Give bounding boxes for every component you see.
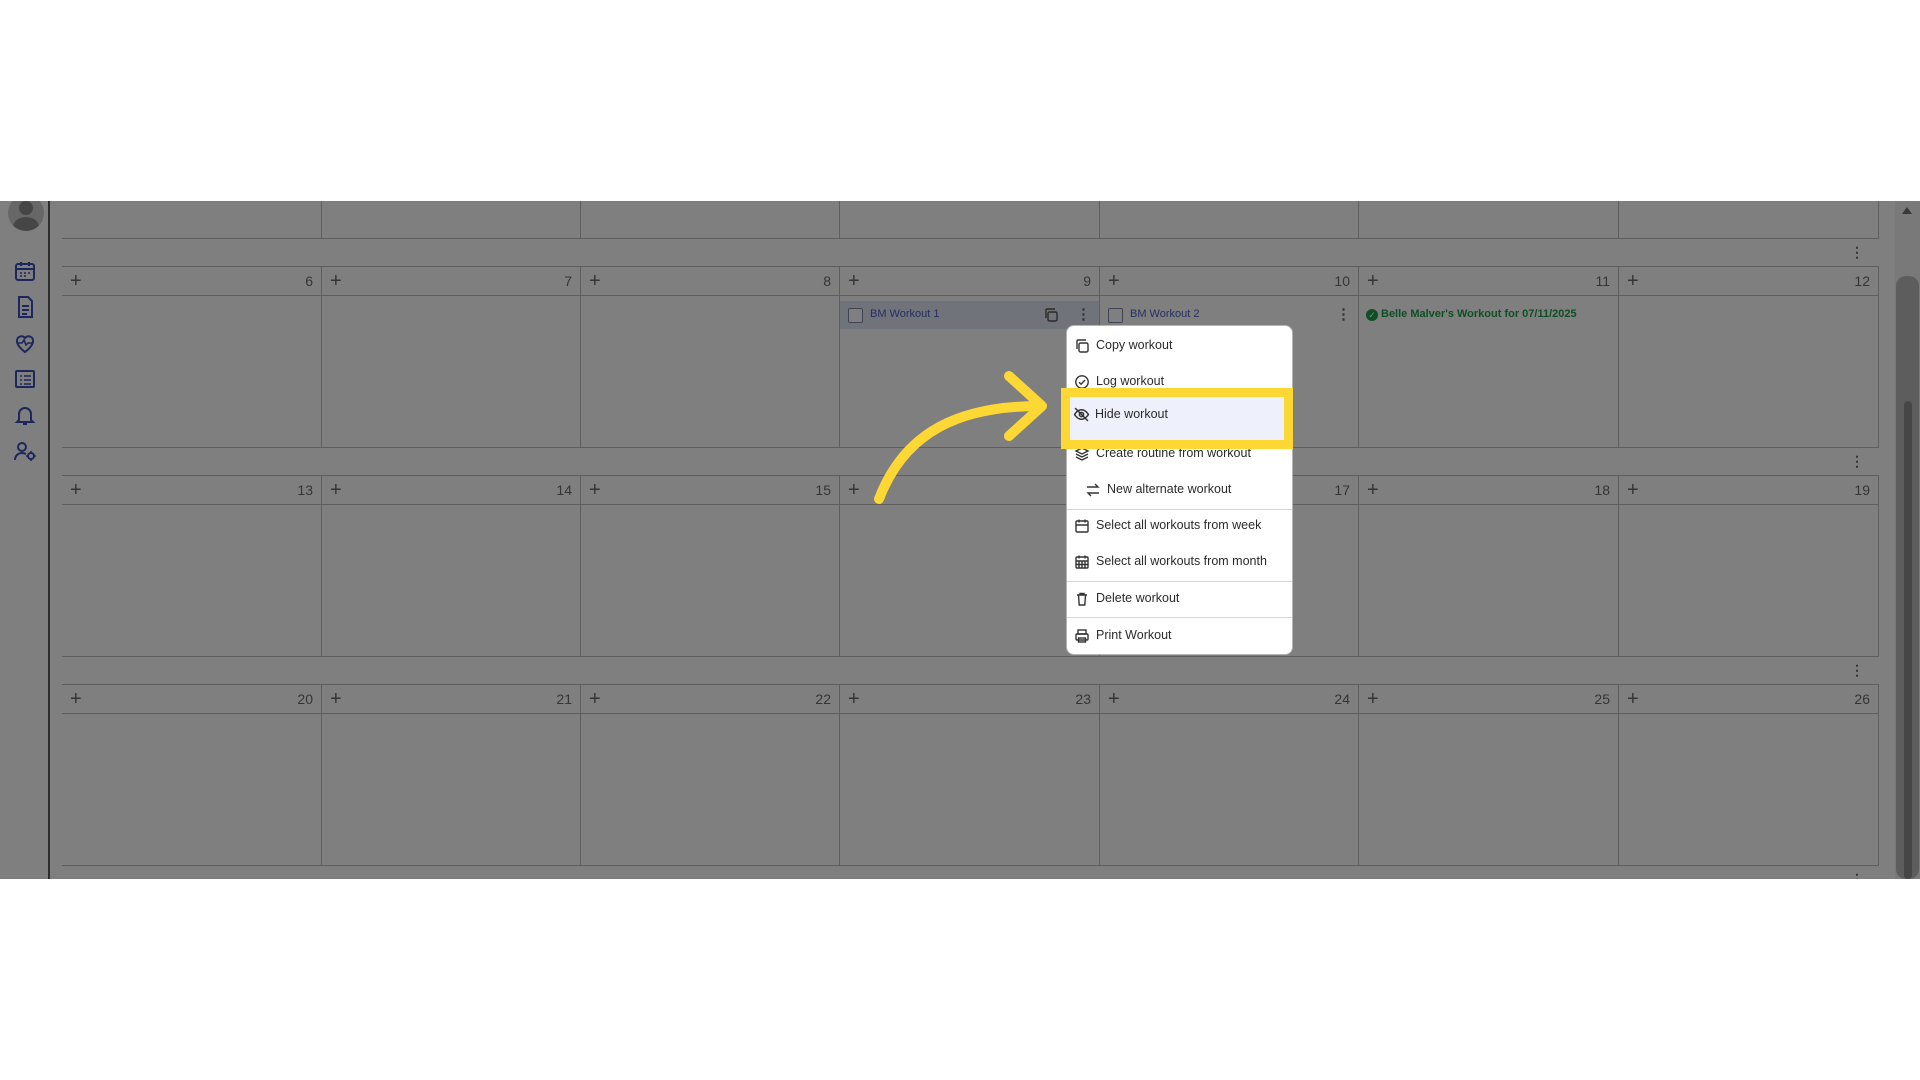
menu-item-delete-workout[interactable]: Delete workout bbox=[1067, 581, 1292, 617]
menu-item-label: Log workout bbox=[1096, 374, 1165, 388]
menu-item-label: Copy workout bbox=[1096, 338, 1173, 352]
menu-item-label: Print Workout bbox=[1096, 628, 1172, 642]
copy-icon bbox=[1076, 339, 1089, 353]
menu-item-label: Select all workouts from week bbox=[1096, 518, 1262, 532]
pointer-arrow-icon bbox=[874, 371, 1047, 504]
swap-icon bbox=[1086, 483, 1100, 497]
menu-item-label: Delete workout bbox=[1096, 591, 1180, 605]
menu-item-label: New alternate workout bbox=[1107, 482, 1232, 496]
menu-item-new-alternate-workout[interactable]: New alternate workout bbox=[1067, 472, 1292, 508]
eye-off-icon bbox=[1073, 407, 1090, 422]
modal-dim-overlay bbox=[0, 201, 1920, 879]
menu-item-label: Select all workouts from month bbox=[1096, 554, 1267, 568]
menu-item-hide-workout[interactable]: Hide workout bbox=[1061, 388, 1293, 449]
menu-item-select-month[interactable]: Select all workouts from month bbox=[1067, 544, 1292, 580]
menu-item-print-workout[interactable]: Print Workout bbox=[1067, 618, 1292, 654]
workout-context-menu: Copy workout Log workout Create routine … bbox=[1066, 325, 1293, 655]
printer-icon bbox=[1075, 629, 1089, 643]
trash-icon bbox=[1077, 592, 1087, 606]
menu-item-label: Hide workout bbox=[1095, 407, 1168, 421]
menu-item-copy-workout[interactable]: Copy workout bbox=[1067, 328, 1292, 364]
menu-item-select-week[interactable]: Select all workouts from week bbox=[1067, 508, 1292, 544]
calendar-month-icon bbox=[1075, 555, 1089, 569]
app-window: ⋮ +6 +7 +8 +9 BM Workout 1 ⋮ +10 BM Work… bbox=[0, 201, 1920, 879]
calendar-week-icon bbox=[1075, 519, 1089, 533]
